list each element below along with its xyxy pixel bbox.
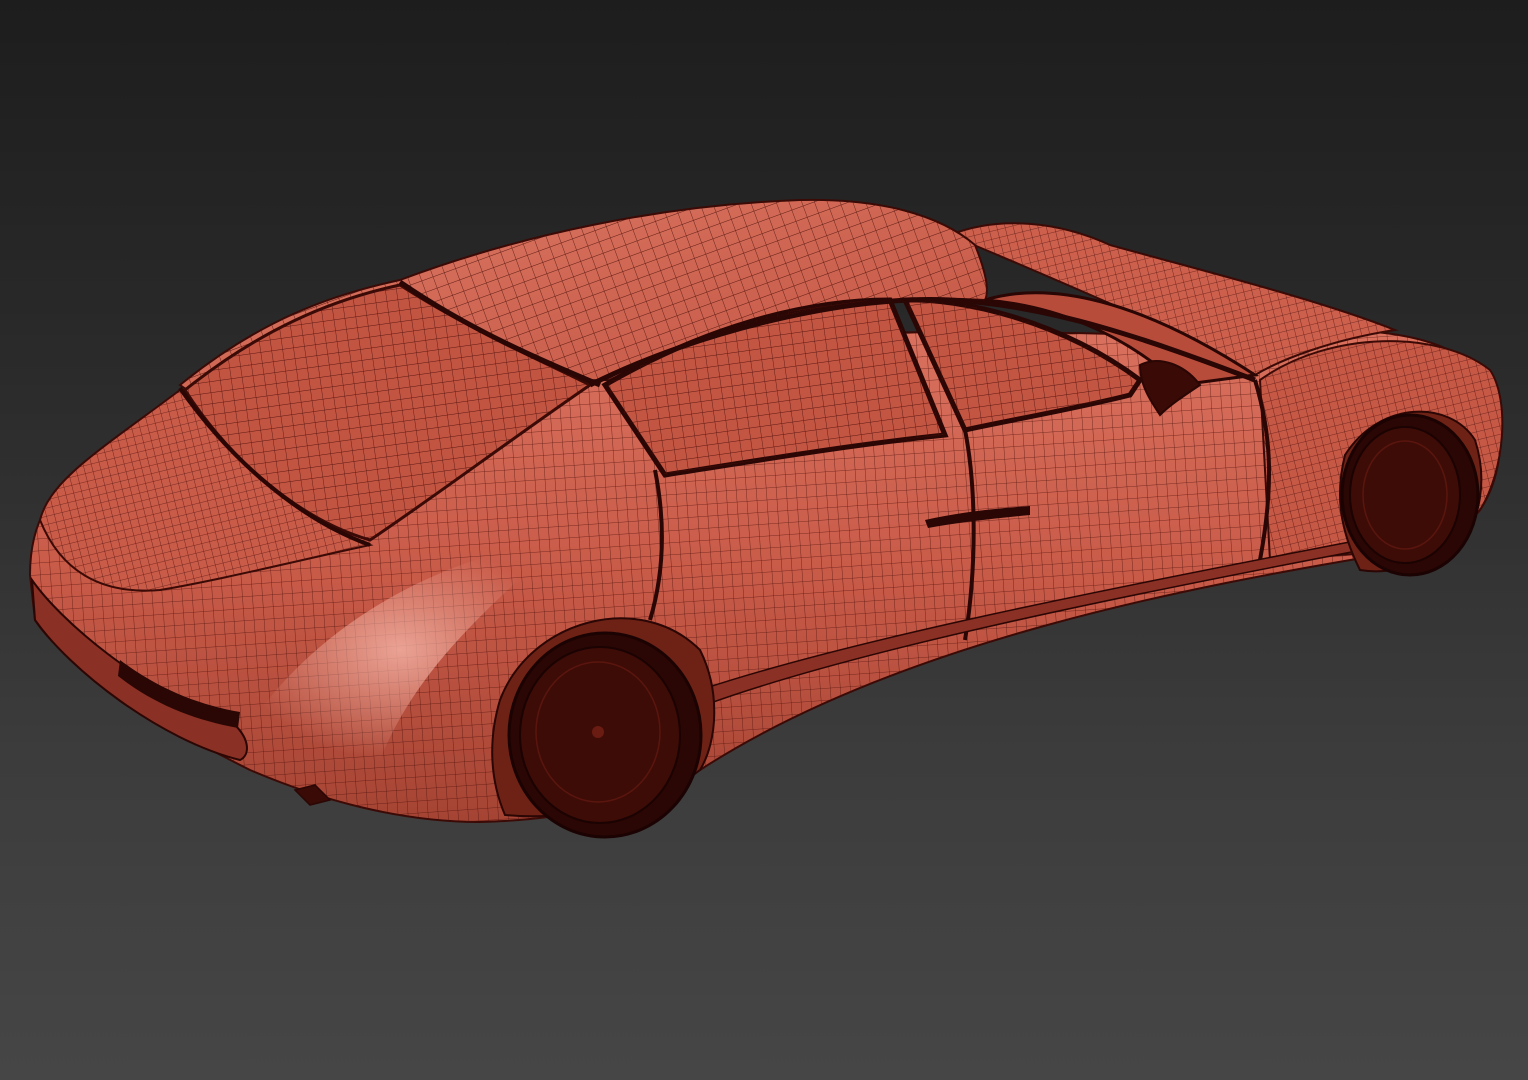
rear-wheel-hub: [592, 726, 604, 738]
viewport-scene[interactable]: [0, 0, 1528, 1080]
car-model[interactable]: [28, 198, 1504, 839]
3d-viewport[interactable]: [0, 0, 1528, 1080]
rear-wheel[interactable]: [507, 631, 703, 839]
front-wheel[interactable]: [1340, 413, 1480, 577]
